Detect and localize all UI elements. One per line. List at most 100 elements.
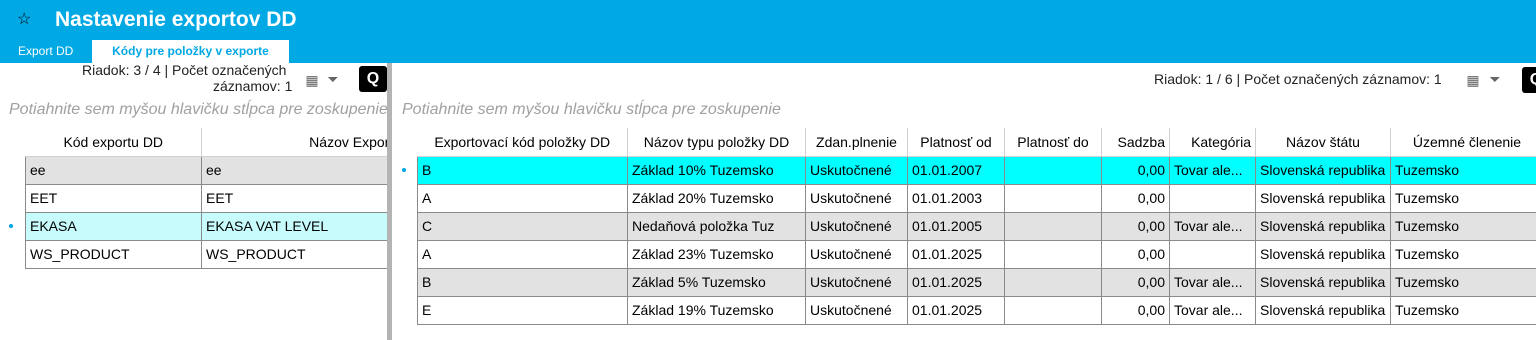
table-row-selected[interactable]: B Základ 10% Tuzemsko Uskutočnené 01.01.200… — [417, 156, 1536, 185]
cell[interactable]: Slovenská republika — [1255, 212, 1391, 241]
column-header-sadzba[interactable]: Sadzba — [1101, 128, 1170, 157]
right-group-hint: Potiahnite sem myšou hlavičku stĺpca pre… — [402, 101, 781, 118]
cell[interactable]: 01.01.2003 — [907, 184, 1005, 213]
table-row[interactable]: C Nedaňová položka Tuz Uskutočnené 01.01.20… — [417, 212, 1536, 241]
cell[interactable]: 01.01.2007 — [907, 156, 1005, 185]
cell[interactable]: Tuzemsko — [1390, 184, 1536, 213]
table-row[interactable]: ee ee — [25, 156, 387, 185]
cell[interactable]: Tuzemsko — [1390, 296, 1536, 325]
cell[interactable]: Základ 5% Tuzemsko — [627, 268, 806, 297]
cell[interactable]: B — [417, 268, 628, 297]
cell[interactable]: Základ 10% Tuzemsko — [627, 156, 806, 185]
cell[interactable]: 0,00 — [1101, 240, 1170, 269]
table-row[interactable]: E Základ 19% Tuzemsko Uskutočnené 01.01.202… — [417, 296, 1536, 325]
export-grid-icon[interactable]: ▦ — [304, 72, 320, 88]
column-header-export-code[interactable]: Exportovací kód položky DD — [417, 128, 628, 157]
cell[interactable]: Tuzemsko — [1390, 268, 1536, 297]
cell[interactable]: EKASA VAT LEVEL — [201, 212, 387, 241]
table-row[interactable]: WS_PRODUCT WS_PRODUCT — [25, 240, 387, 269]
table-row-selected[interactable]: EKASA EKASA VAT LEVEL — [25, 212, 387, 241]
cell[interactable]: Tuzemsko — [1390, 240, 1536, 269]
table-row[interactable]: A Základ 23% Tuzemsko Uskutočnené 01.01.202… — [417, 240, 1536, 269]
left-panel: Riadok: 3 / 4 | Počet označených záznamo… — [0, 63, 387, 340]
cell[interactable]: Základ 20% Tuzemsko — [627, 184, 806, 213]
cell[interactable]: Tovar ale... — [1169, 212, 1256, 241]
cell[interactable]: 0,00 — [1101, 184, 1170, 213]
table-row[interactable]: A Základ 20% Tuzemsko Uskutočnené 01.01.200… — [417, 184, 1536, 213]
cell[interactable]: WS_PRODUCT — [201, 240, 387, 269]
table-row[interactable]: EET EET — [25, 184, 387, 213]
cell[interactable] — [1004, 156, 1102, 185]
cell[interactable]: C — [417, 212, 628, 241]
cell[interactable]: EET — [201, 184, 387, 213]
cell[interactable]: Tovar ale... — [1169, 296, 1256, 325]
tab-item-codes[interactable]: Kódy pre položky v exporte — [92, 40, 289, 63]
cell[interactable]: EKASA — [25, 212, 202, 241]
cell[interactable] — [1004, 268, 1102, 297]
cell[interactable]: Uskutočnené — [805, 184, 908, 213]
column-header-platnost-do[interactable]: Platnosť do — [1004, 128, 1102, 157]
cell[interactable]: Slovenská republika — [1255, 240, 1391, 269]
cell[interactable]: ee — [25, 156, 202, 185]
column-header-zdan-plnenie[interactable]: Zdan.plnenie — [805, 128, 908, 157]
column-header-kod[interactable]: Kód exportu DD — [25, 128, 202, 157]
column-header-uzemne-clenenie[interactable]: Územné členenie — [1390, 128, 1536, 157]
table-header-row: Kód exportu DD Názov Exportu — [25, 128, 387, 157]
cell[interactable]: Tovar ale... — [1169, 156, 1256, 185]
cell[interactable]: E — [417, 296, 628, 325]
column-header-item-type[interactable]: Názov typu položky DD — [627, 128, 806, 157]
cell[interactable] — [1169, 184, 1256, 213]
cell[interactable]: Uskutočnené — [805, 268, 908, 297]
star-icon[interactable]: ☆ — [17, 9, 31, 29]
cell[interactable]: WS_PRODUCT — [25, 240, 202, 269]
cell[interactable] — [1004, 240, 1102, 269]
cell[interactable]: 0,00 — [1101, 156, 1170, 185]
cell[interactable] — [1004, 296, 1102, 325]
cell[interactable]: Uskutočnené — [805, 240, 908, 269]
cell[interactable] — [1169, 240, 1256, 269]
cell[interactable]: 0,00 — [1101, 296, 1170, 325]
cell[interactable]: B — [417, 156, 628, 185]
cell[interactable]: Slovenská republika — [1255, 184, 1391, 213]
cell[interactable]: 01.01.2025 — [907, 268, 1005, 297]
cell[interactable]: Tuzemsko — [1390, 156, 1536, 185]
cell[interactable]: Tovar ale... — [1169, 268, 1256, 297]
cell[interactable]: 0,00 — [1101, 212, 1170, 241]
table-header-row: Exportovací kód položky DD Názov typu po… — [417, 128, 1536, 157]
quick-search-icon[interactable]: Q — [359, 66, 387, 92]
cell[interactable]: A — [417, 240, 628, 269]
column-header-platnost-od[interactable]: Platnosť od — [907, 128, 1005, 157]
column-header-nazov[interactable]: Názov Exportu — [201, 128, 387, 157]
table-row[interactable]: B Základ 5% Tuzemsko Uskutočnené 01.01.2025… — [417, 268, 1536, 297]
cell[interactable]: Slovenská republika — [1255, 156, 1391, 185]
filter-icon[interactable]: ⏷ — [325, 71, 341, 87]
cell[interactable]: EET — [25, 184, 202, 213]
cell[interactable]: Tuzemsko — [1390, 212, 1536, 241]
cell[interactable]: Slovenská republika — [1255, 268, 1391, 297]
cell[interactable]: Uskutočnené — [805, 156, 908, 185]
cell[interactable]: Základ 23% Tuzemsko — [627, 240, 806, 269]
cell[interactable]: Nedaňová položka Tuz — [627, 212, 806, 241]
cell[interactable] — [1004, 212, 1102, 241]
filter-icon[interactable]: ⏷ — [1487, 71, 1503, 87]
cell[interactable]: 01.01.2025 — [907, 296, 1005, 325]
right-table: Exportovací kód položky DD Názov typu po… — [417, 128, 1536, 325]
quick-search-icon[interactable]: Q — [1522, 67, 1536, 93]
cell[interactable]: 01.01.2005 — [907, 212, 1005, 241]
cell[interactable]: Uskutočnené — [805, 296, 908, 325]
cell[interactable] — [1004, 184, 1102, 213]
cell[interactable]: ee — [201, 156, 387, 185]
left-group-hint: Potiahnite sem myšou hlavičku stĺpca pre… — [9, 101, 387, 118]
cell[interactable]: 01.01.2025 — [907, 240, 1005, 269]
cell[interactable]: 0,00 — [1101, 268, 1170, 297]
row-indicator-dot — [9, 224, 13, 228]
cell[interactable]: Slovenská republika — [1255, 296, 1391, 325]
cell[interactable]: Základ 19% Tuzemsko — [627, 296, 806, 325]
row-indicator-dot — [402, 168, 406, 172]
column-header-kategoria[interactable]: Kategória — [1169, 128, 1256, 157]
column-header-nazov-statu[interactable]: Názov štátu — [1255, 128, 1391, 157]
tab-export-dd[interactable]: Export DD — [10, 40, 81, 63]
cell[interactable]: Uskutočnené — [805, 212, 908, 241]
export-grid-icon[interactable]: ▦ — [1465, 72, 1481, 88]
cell[interactable]: A — [417, 184, 628, 213]
